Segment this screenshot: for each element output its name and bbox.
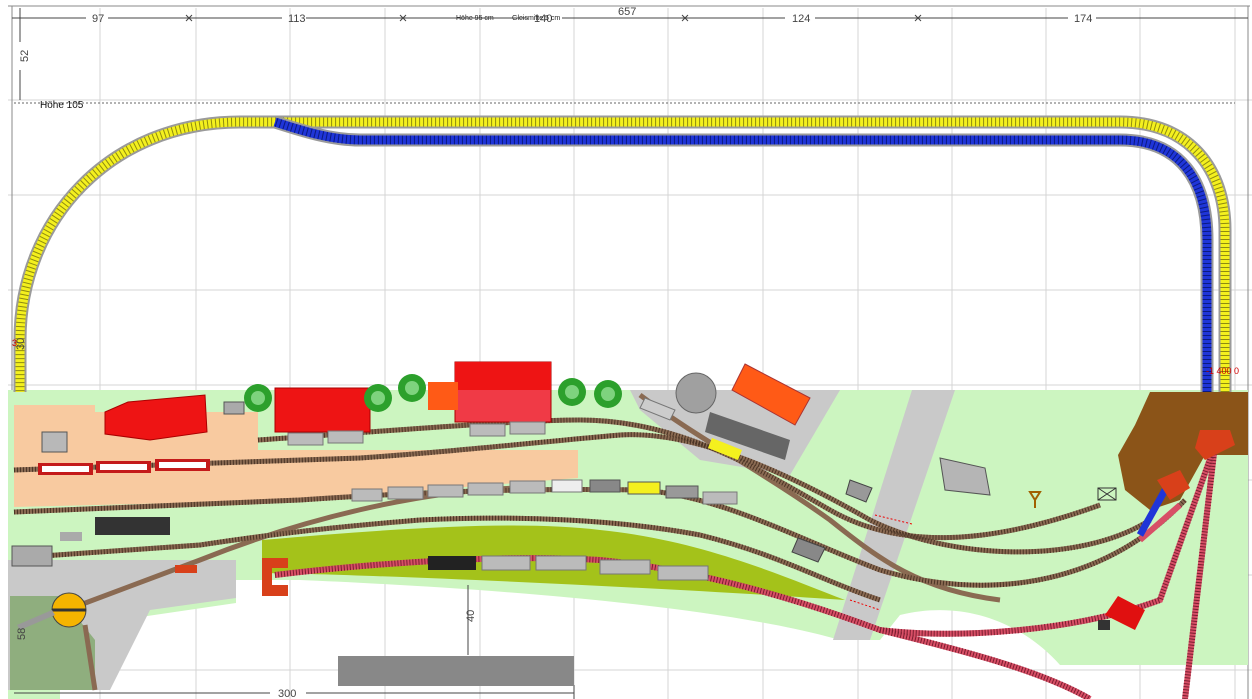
dim-bottom: 300 [278,688,296,699]
red-marker-right: -1 400 0 [1206,366,1239,376]
dim-top-4: 124 [792,13,810,25]
track-plan-diagram[interactable]: 97 113 140 124 174 657 Höhe 95 cm Gleism… [0,0,1252,699]
dim-top-5: 174 [1074,13,1092,25]
dim-left-bottom: 58 [16,628,28,640]
blue-inner-track[interactable] [273,115,1214,392]
track-plan-canvas[interactable]: 97 113 140 124 174 657 Höhe 95 cm Gleism… [0,0,1252,699]
yellow-main-loop[interactable] [13,115,1232,392]
dim-platform-gap: 40 [465,610,477,622]
red-marker-left: 3 [12,338,17,348]
height-label-left: Höhe 105 [40,100,84,111]
dim-left-top: 52 [19,50,31,62]
dim-top-2: 113 [288,13,306,25]
dim-total-width: 657 [618,6,636,18]
dim-top-1: 97 [92,13,104,25]
platform [338,656,574,686]
